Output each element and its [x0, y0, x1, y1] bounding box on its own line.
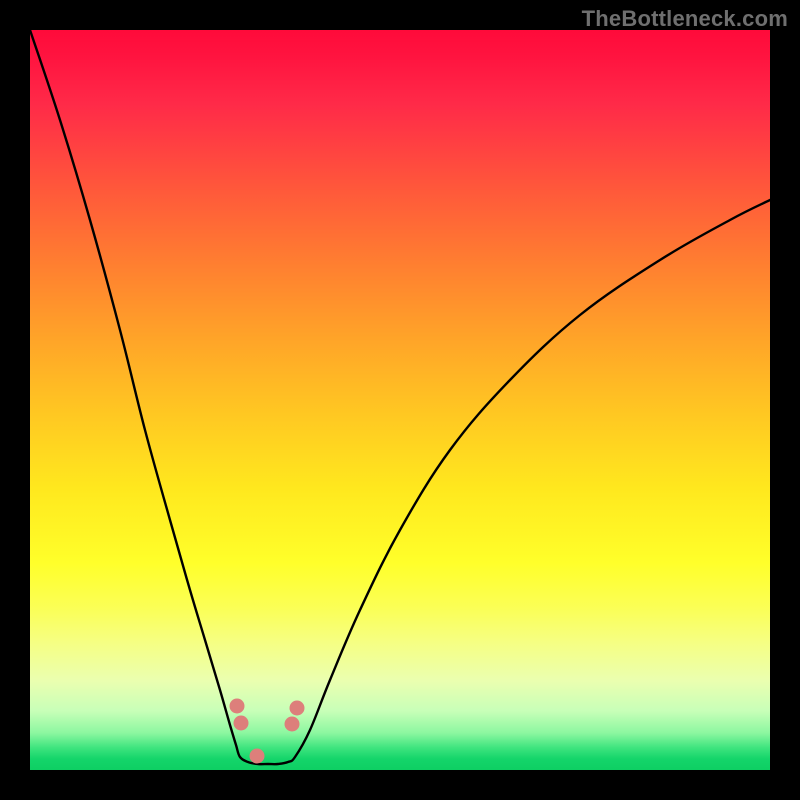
dot-right-lower — [285, 717, 300, 732]
bottleneck-curve — [30, 30, 770, 764]
valley-markers — [230, 699, 305, 764]
chart-frame — [30, 30, 770, 770]
dot-left-upper — [230, 699, 245, 714]
dot-right-upper — [290, 701, 305, 716]
dot-left-lower — [234, 716, 249, 731]
dot-valley — [250, 749, 265, 764]
chart-svg — [30, 30, 770, 770]
watermark-text: TheBottleneck.com — [582, 6, 788, 32]
